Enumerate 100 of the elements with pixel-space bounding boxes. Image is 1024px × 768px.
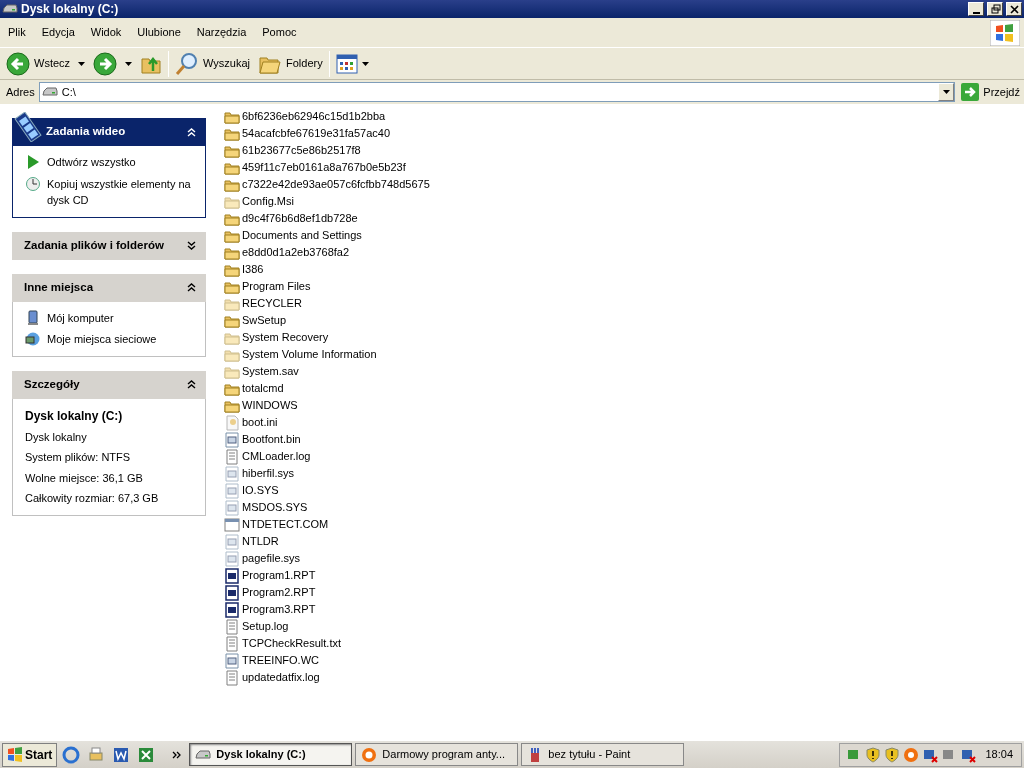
file-item[interactable]: TREEINFO.WC: [224, 652, 430, 669]
caret-icon: [361, 61, 369, 66]
folders-button[interactable]: Foldery: [256, 50, 325, 77]
file-item[interactable]: NTLDR: [224, 533, 430, 550]
chevron-icon: [187, 127, 196, 137]
folder-item[interactable]: totalcmd: [224, 380, 430, 397]
menu-item[interactable]: Edycja: [33, 24, 83, 41]
file-item[interactable]: Bootfont.bin: [224, 431, 430, 448]
folder-item[interactable]: c7322e42de93ae057c6fcfbb748d5675: [224, 176, 430, 193]
file-item[interactable]: NTDETECT.COM: [224, 516, 430, 533]
forward-dropdown-button[interactable]: [123, 59, 135, 68]
task-link[interactable]: Odtwórz wszystko: [25, 154, 195, 171]
chevron-icon: [187, 283, 196, 292]
back-dropdown-button[interactable]: [76, 59, 88, 68]
folder-item[interactable]: Program Files: [224, 278, 430, 295]
folder-item[interactable]: I386: [224, 261, 430, 278]
menu-item[interactable]: Widok: [82, 24, 130, 41]
address-field[interactable]: C:\: [38, 82, 956, 102]
menu-item[interactable]: Pomoc: [254, 24, 305, 41]
views-icon: [335, 53, 358, 74]
window-title: Dysk lokalny (C:): [21, 1, 119, 18]
excel-icon[interactable]: [137, 745, 156, 764]
network-icon: [25, 331, 41, 347]
details-text: Dysk lokalny: [25, 429, 88, 445]
panel-title: Zadania plików i folderów: [24, 237, 164, 253]
forward-button[interactable]: [91, 49, 120, 78]
file-item[interactable]: updatedatfix.log: [224, 669, 430, 686]
drive-icon: [41, 86, 58, 98]
taskbar-button[interactable]: Dysk lokalny (C:): [189, 743, 353, 766]
start-button[interactable]: Start: [2, 742, 58, 767]
close-button[interactable]: [1006, 2, 1022, 16]
folder-item[interactable]: 61b23677c5e86b2517f8: [224, 142, 430, 159]
ring-icon: [361, 746, 378, 763]
cd-clock-icon: [25, 175, 41, 192]
file-item[interactable]: Setup.log: [224, 618, 430, 635]
chevron-icon: [187, 241, 196, 250]
task-link[interactable]: Mój komputer: [25, 309, 195, 326]
file-item[interactable]: Program2.RPT: [224, 584, 430, 601]
back-button[interactable]: Wstecz: [4, 49, 73, 78]
task-link[interactable]: Kopiuj wszystkie elementy na dysk CD: [25, 175, 195, 209]
menu-item[interactable]: Ulubione: [129, 24, 189, 41]
details-text: Całkowity rozmiar: 67,3 GB: [25, 491, 160, 506]
close-icon: [1008, 3, 1020, 15]
folder-item[interactable]: WINDOWS: [224, 397, 430, 414]
play-icon: [25, 154, 41, 170]
minimize-button[interactable]: [968, 2, 984, 16]
menu-item[interactable]: Plik: [0, 24, 34, 41]
chevron-icon: [187, 380, 196, 389]
restore-icon: [989, 3, 1001, 15]
shield-warning-icon[interactable]: [884, 746, 901, 763]
file-item[interactable]: MSDOS.SYS: [224, 499, 430, 516]
search-button[interactable]: Wyszukaj: [173, 49, 253, 78]
caret-icon: [125, 61, 133, 66]
folder-item[interactable]: Documents and Settings: [224, 227, 430, 244]
drive-icon: [195, 748, 212, 761]
file-item[interactable]: boot.ini: [224, 414, 430, 431]
go-button[interactable]: Przejdź: [959, 81, 1022, 103]
details-text: Wolne miejsce: 36,1 GB: [25, 470, 144, 486]
more-chevron-icon[interactable]: [172, 749, 183, 760]
computer-icon: [25, 309, 41, 326]
panel-title: Zadania wideo: [46, 124, 126, 140]
folder-item[interactable]: Config.Msi: [224, 193, 430, 210]
menu-item[interactable]: Narzędzia: [188, 24, 255, 41]
caret-icon: [942, 90, 950, 94]
file-item[interactable]: pagefile.sys: [224, 550, 430, 567]
folder-item[interactable]: 54acafcbfe67619e31fa57ac40: [224, 125, 430, 142]
search-icon: [175, 51, 200, 76]
folder-item[interactable]: System.sav: [224, 363, 430, 380]
panel-title: Szczegóły: [24, 376, 80, 392]
folder-item[interactable]: 6bf6236eb62946c15d1b2bba: [224, 108, 430, 125]
file-item[interactable]: CMLoader.log: [224, 448, 430, 465]
folder-item[interactable]: 459f11c7eb0161a8a767b0e5b23f: [224, 159, 430, 176]
task-link[interactable]: Moje miejsca sieciowe: [25, 331, 195, 348]
drive-icon: [2, 3, 18, 15]
restore-button[interactable]: [987, 2, 1003, 16]
folder-item[interactable]: d9c4f76b6d8ef1db728e: [224, 210, 430, 227]
taskbar-button[interactable]: bez tytułu - Paint: [521, 743, 685, 766]
file-item[interactable]: Program1.RPT: [224, 567, 430, 584]
views-button[interactable]: [333, 51, 371, 76]
folder-item[interactable]: e8dd0d1a2eb3768fa2: [224, 244, 430, 261]
ie-icon[interactable]: [62, 745, 81, 764]
folder-item[interactable]: System Volume Information: [224, 346, 430, 363]
file-item[interactable]: IO.SYS: [224, 482, 430, 499]
folder-item[interactable]: SwSetup: [224, 312, 430, 329]
go-arrow-icon: [961, 83, 980, 101]
printer-icon[interactable]: [87, 745, 106, 764]
panel-title: Inne miejsca: [24, 279, 94, 295]
file-item[interactable]: hiberfil.sys: [224, 465, 430, 482]
details-text: System plików: NTFS: [25, 450, 132, 465]
folder-item[interactable]: RECYCLER: [224, 295, 430, 312]
details-name: Dysk lokalny (C:): [25, 407, 124, 425]
shield-warning-icon[interactable]: [865, 746, 882, 763]
taskbar-button[interactable]: Darmowy program anty...: [355, 743, 519, 766]
caret-icon: [78, 61, 86, 66]
word-icon[interactable]: [112, 745, 131, 764]
file-item[interactable]: TCPCheckResult.txt: [224, 635, 430, 652]
file-item[interactable]: Program3.RPT: [224, 601, 430, 618]
clock: 18:04: [985, 747, 1013, 763]
address-label: Adres: [6, 84, 35, 100]
folder-item[interactable]: System Recovery: [224, 329, 430, 346]
